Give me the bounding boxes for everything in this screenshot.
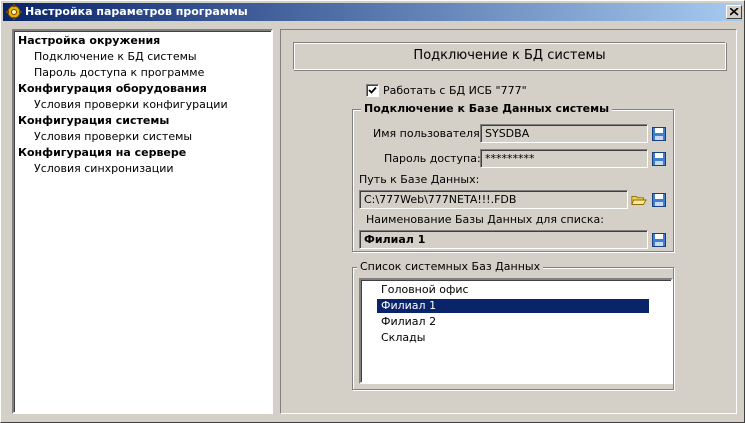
db-name-field[interactable]: Филиал 1 [359,230,648,249]
tree-item-system-config[interactable]: Конфигурация системы [18,114,169,127]
checkmark-icon [368,86,377,94]
db-name-label: Наименование Базы Данных для списка: [366,213,604,226]
list-item[interactable]: Филиал 2 [377,315,440,329]
tree-item-hardware-config[interactable]: Конфигурация оборудования [18,82,207,95]
username-field[interactable]: SYSDBA [480,124,648,143]
db-path-label: Путь к Базе Данных: [359,173,480,186]
db-connection-group: Подключение к Базе Данных системы Имя по… [352,102,674,252]
save-icon[interactable] [651,192,667,208]
password-field[interactable]: ********* [480,149,648,168]
window-title: Настройка параметров программы [25,5,248,18]
username-label: Имя пользователя: [373,127,484,140]
db-list-group: Список системных Баз Данных Головной офи… [352,260,674,390]
open-folder-icon[interactable] [631,192,647,208]
use-db-checkbox[interactable] [366,84,379,97]
tree-item-server-config[interactable]: Конфигурация на сервере [18,146,186,159]
use-db-checkbox-label[interactable]: Работать с БД ИСБ "777" [383,84,527,97]
title-bar[interactable]: Настройка параметров программы [3,3,742,21]
db-path-field[interactable]: C:\777Web\777NETA!!!.FDB [359,190,628,209]
panel-header: Подключение к БД системы [293,42,726,70]
settings-tree[interactable]: Настройка окружения Подключение к БД сис… [12,29,273,414]
db-connection-legend: Подключение к Базе Данных системы [361,102,613,115]
tree-item-system-check[interactable]: Условия проверки системы [34,130,192,143]
settings-panel: Подключение к БД системы Работать с БД И… [280,29,737,414]
tree-item-sync-conditions[interactable]: Условия синхронизации [34,162,174,175]
close-icon [730,8,739,16]
close-button[interactable] [726,5,742,19]
settings-window: Настройка параметров программы Настройка… [0,0,745,423]
save-icon[interactable] [651,151,667,167]
list-item[interactable]: Склады [377,331,429,345]
db-list-legend: Список системных Баз Данных [357,260,544,273]
save-icon[interactable] [651,126,667,142]
tree-item-config-check[interactable]: Условия проверки конфигурации [34,98,228,111]
db-list[interactable]: Головной офис Филиал 1 Филиал 2 Склады [359,278,673,384]
password-label: Пароль доступа: [384,152,481,165]
tree-item-app-password[interactable]: Пароль доступа к программе [34,66,204,79]
tree-item-db-connection[interactable]: Подключение к БД системы [34,50,197,63]
list-item[interactable]: Головной офис [377,283,473,297]
list-item-selected[interactable]: Филиал 1 [377,299,649,313]
tree-item-environment[interactable]: Настройка окружения [18,34,160,47]
gear-icon [6,4,22,20]
save-icon[interactable] [651,232,667,248]
